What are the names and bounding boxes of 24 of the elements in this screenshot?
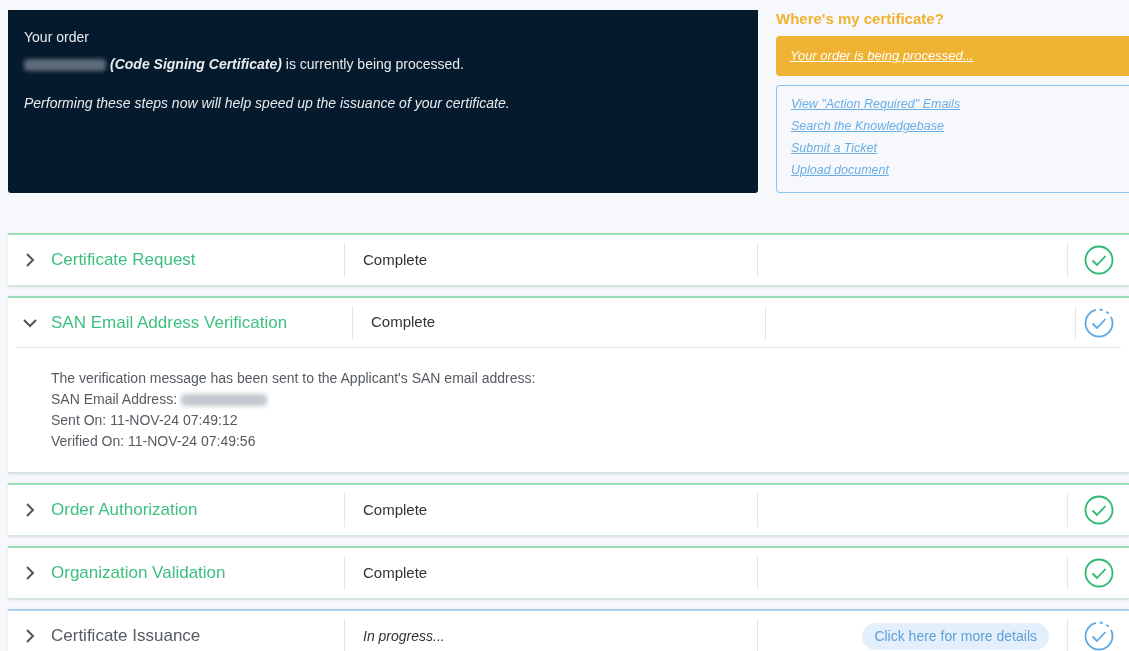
order-note: Performing these steps now will help speed up the issuance of your certificate.: [24, 94, 511, 113]
step-title[interactable]: SAN Email Address Verification: [51, 309, 288, 336]
step-title[interactable]: Certificate Issuance: [51, 623, 201, 649]
detail-line: Verified On: 11-NOV-24 07:49:56: [51, 432, 256, 451]
detail-line: SAN Email Address:: [51, 390, 178, 409]
step-status: Complete: [363, 249, 428, 270]
step-status: In progress...: [363, 626, 445, 646]
step-status: Complete: [363, 562, 428, 583]
order-heading: Your order: [24, 28, 90, 47]
status-link[interactable]: Your order is being processed...: [790, 46, 974, 66]
details-button[interactable]: Click here for more details: [862, 622, 1049, 650]
step-status: Complete: [371, 312, 436, 333]
step-title[interactable]: Order Authorization: [51, 497, 198, 523]
step-status: Complete: [363, 499, 428, 520]
step-title[interactable]: Organization Validation: [51, 560, 226, 586]
help-title: Where's my certificate?: [776, 10, 945, 28]
step-title[interactable]: Certificate Request: [51, 247, 196, 273]
help-link[interactable]: View "Action Required" Emails: [791, 96, 961, 113]
help-link[interactable]: Upload document: [791, 162, 889, 179]
detail-line: Sent On: 11-NOV-24 07:49:12: [51, 411, 238, 430]
help-link[interactable]: Search the Knowledgebase: [791, 118, 944, 135]
order-message: (Code Signing Certificate) is currently being processed.: [110, 55, 464, 74]
detail-line: The verification message has been sent to the Applicant's SAN email address:: [51, 369, 536, 388]
help-link[interactable]: Submit a Ticket: [791, 140, 878, 157]
